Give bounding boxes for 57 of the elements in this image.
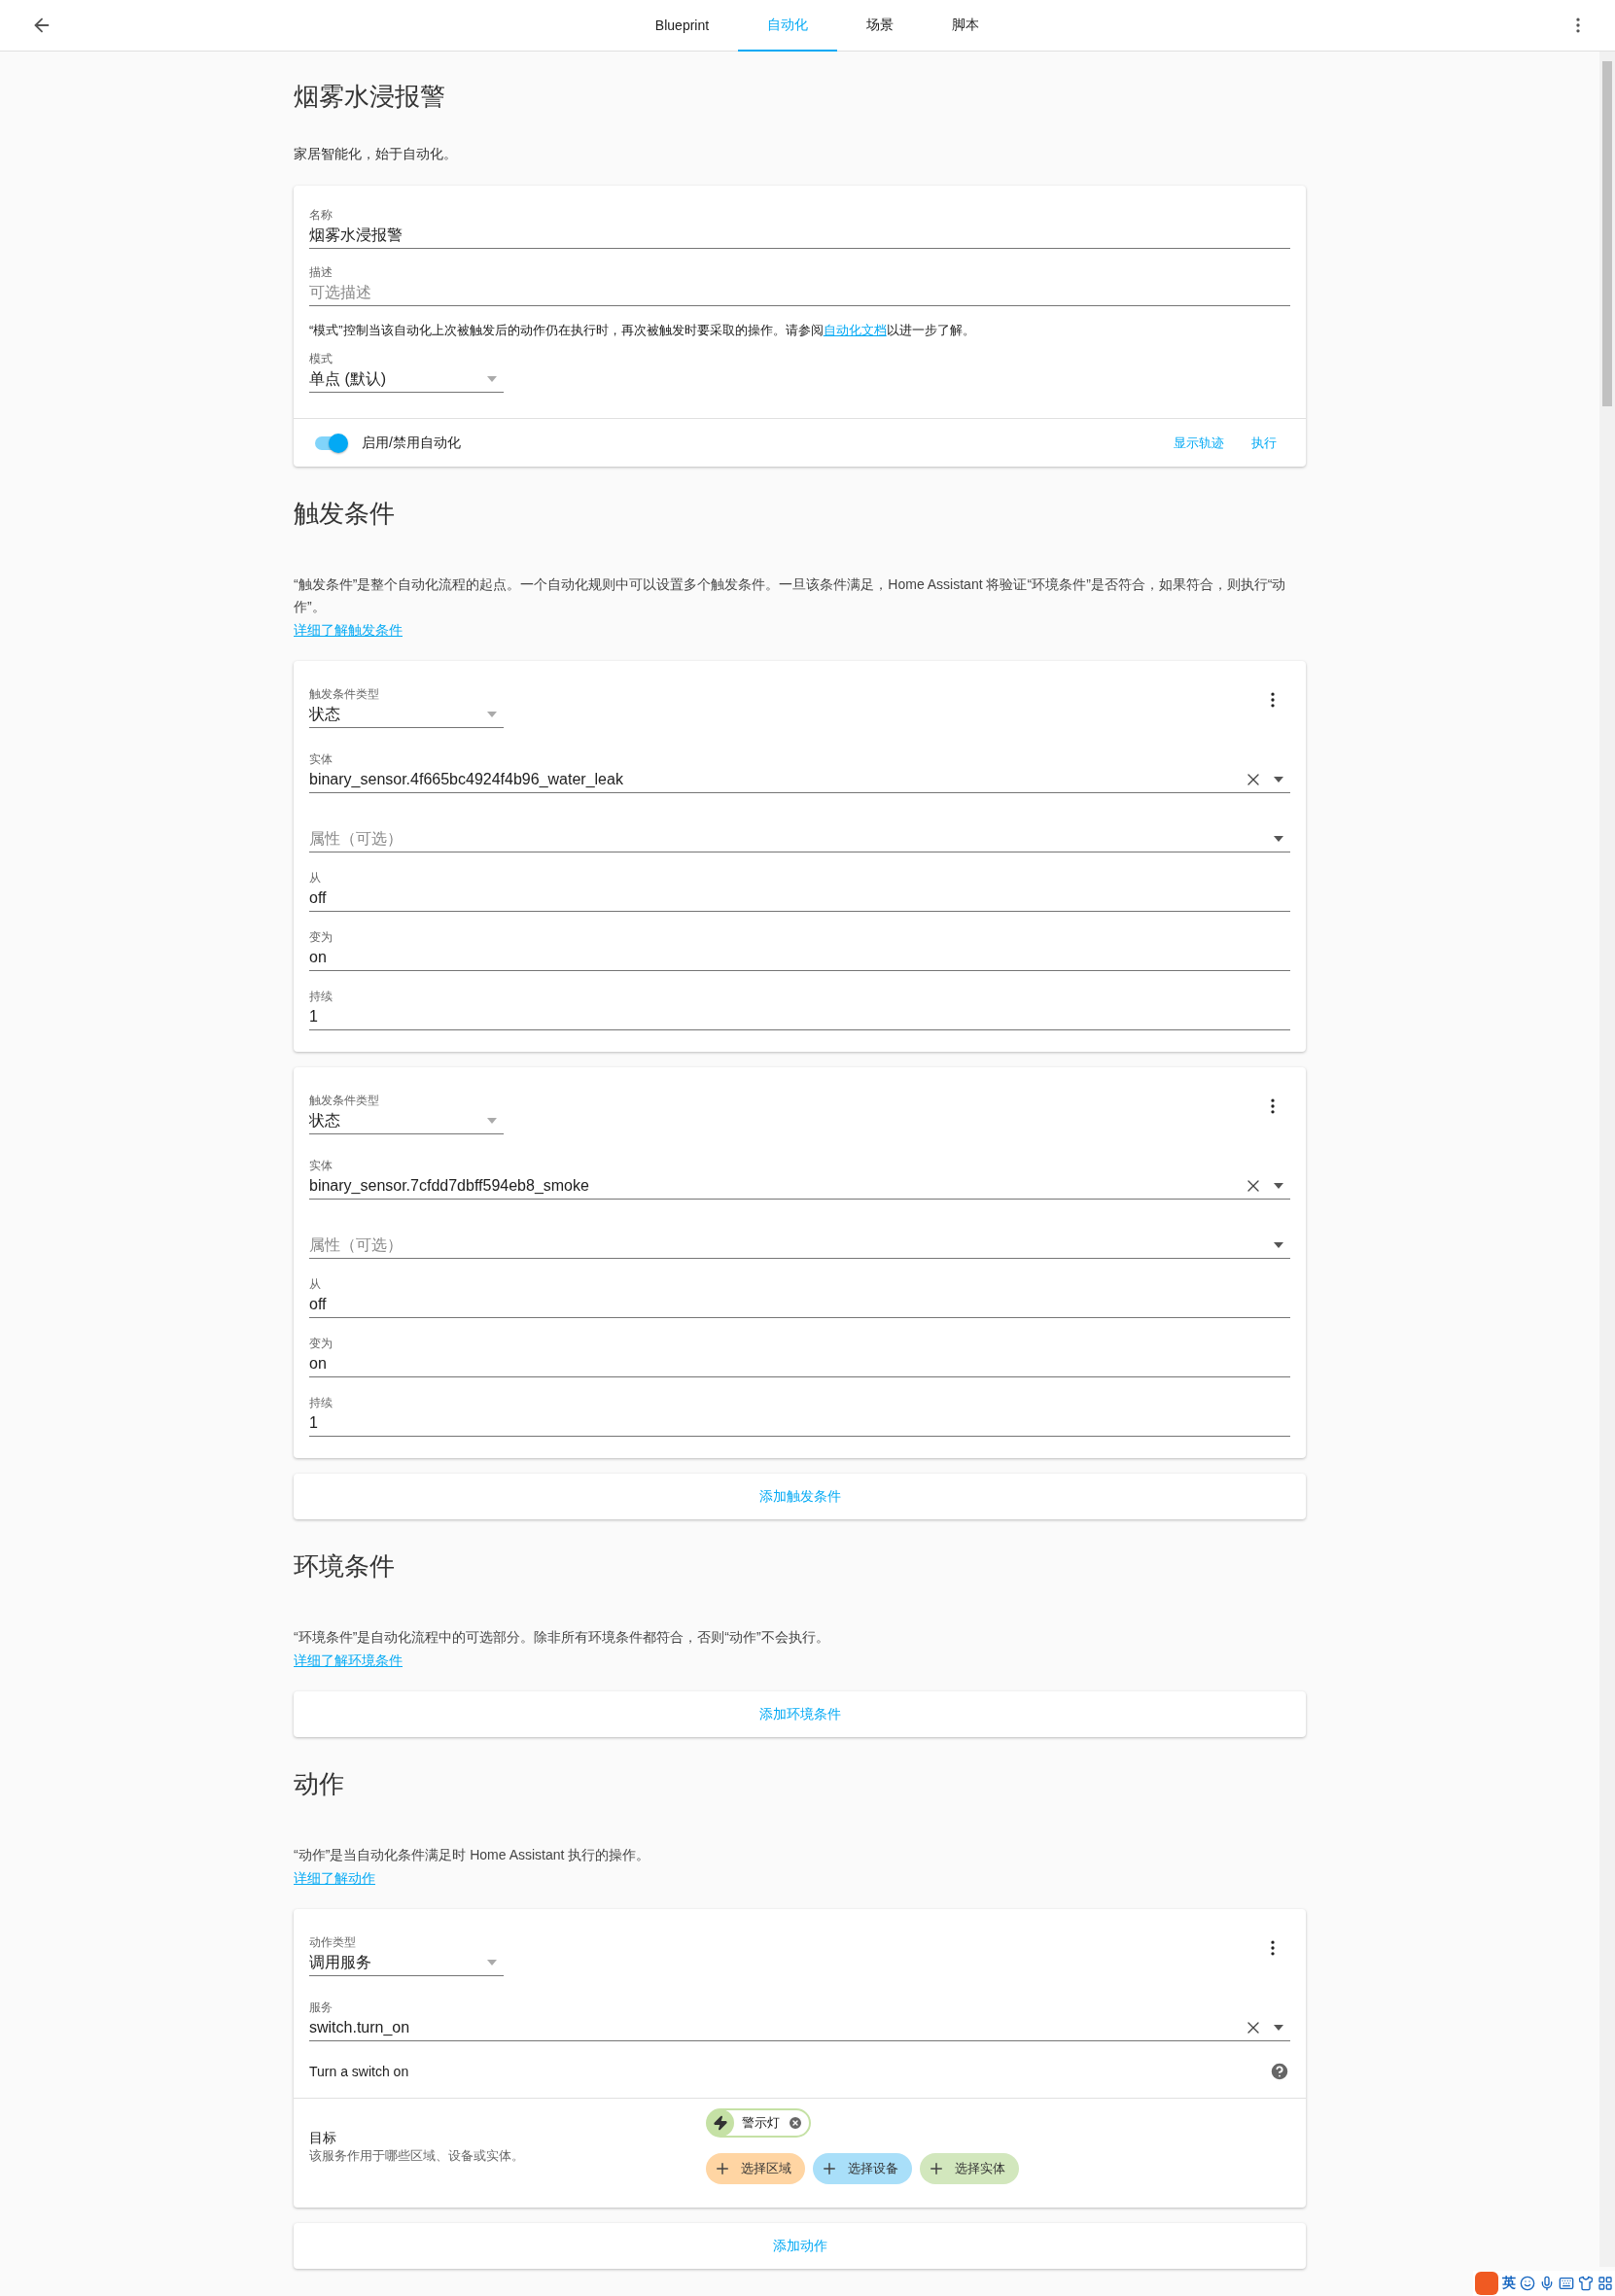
- plus-icon: [928, 2160, 945, 2177]
- target-description: 该服务作用于哪些区域、设备或实体。: [309, 2147, 525, 2165]
- ime-logo-icon: [1475, 2272, 1498, 2295]
- ime-toolbar: 英: [1473, 2271, 1615, 2296]
- tab[interactable]: Blueprint: [625, 0, 739, 52]
- text-field[interactable]: 名称 烟雾水浸报警: [309, 207, 1290, 249]
- text-field[interactable]: 从 off: [309, 1276, 1290, 1318]
- tab[interactable]: 脚本: [923, 0, 1009, 52]
- section-heading: 环境条件: [294, 1550, 396, 1583]
- lightning-icon: [713, 2114, 728, 2131]
- section-heading: 动作: [294, 1768, 345, 1800]
- grid-icon[interactable]: [1597, 2276, 1613, 2291]
- page-subtitle: 家居智能化，始于自动化。: [294, 145, 458, 162]
- remove-icon[interactable]: [788, 2115, 803, 2131]
- plus-icon: [714, 2160, 731, 2177]
- enable-toggle[interactable]: [313, 433, 348, 453]
- text-field[interactable]: 变为 on: [309, 929, 1290, 971]
- dropdown-field[interactable]: 触发条件类型 状态: [309, 686, 504, 728]
- dropdown-field[interactable]: 动作类型 调用服务: [309, 1934, 504, 1976]
- entity-chip[interactable]: 警示灯: [706, 2108, 811, 2138]
- dropdown-caret-icon[interactable]: [1273, 2024, 1284, 2032]
- entity-picker-field[interactable]: 实体 binary_sensor.7cfdd7dbff594eb8_smoke: [309, 1158, 1290, 1200]
- section-description: “动作”是当自动化条件满足时 Home Assistant 执行的操作。: [294, 1846, 651, 1864]
- text-field[interactable]: 描述 可选描述: [309, 264, 1290, 306]
- scrollbar[interactable]: [1599, 52, 1615, 2267]
- dropdown-caret-icon[interactable]: [1273, 1182, 1284, 1190]
- entity-picker-field[interactable]: 服务 switch.turn_on: [309, 2000, 1290, 2041]
- section-heading: 触发条件: [294, 498, 396, 530]
- tab[interactable]: 场景: [837, 0, 924, 52]
- entity-picker-field[interactable]: 实体 binary_sensor.4f665bc4924f4b96_water_leak: [309, 751, 1290, 793]
- toggle-label: 启用/禁用自动化: [362, 434, 462, 452]
- section-description: “环境条件”是自动化流程中的可选部分。除非所有环境条件都符合，否则“动作”不会执行。: [294, 1628, 830, 1647]
- keyboard-icon[interactable]: [1559, 2276, 1574, 2291]
- microphone-icon[interactable]: [1539, 2276, 1555, 2291]
- text-field[interactable]: 持续 1: [309, 989, 1290, 1030]
- plus-icon: [821, 2160, 838, 2177]
- text-field[interactable]: 持续 1: [309, 1395, 1290, 1437]
- page-title: 烟雾水浸报警: [294, 81, 446, 113]
- dropdown-caret-icon[interactable]: [1273, 835, 1284, 843]
- add-target-button[interactable]: 选择设备: [813, 2153, 912, 2184]
- mode-note: “模式”控制当该自动化上次被触发后的动作仍在执行时，再次被触发时要采取的操作。请参阅自动化文档以进一步了解。: [309, 322, 976, 339]
- dropdown-caret-icon[interactable]: [1273, 776, 1284, 783]
- target-label: 目标: [309, 2129, 337, 2147]
- text-field[interactable]: 变为 on: [309, 1336, 1290, 1377]
- emoji-icon[interactable]: [1520, 2276, 1535, 2291]
- add-target-button[interactable]: 选择实体: [920, 2153, 1019, 2184]
- dropdown-field[interactable]: 触发条件类型 状态: [309, 1093, 504, 1134]
- dropdown-caret-icon[interactable]: [1273, 1241, 1284, 1249]
- dropdown-field[interactable]: 属性（可选）: [309, 811, 1290, 852]
- text-field[interactable]: 从 off: [309, 870, 1290, 912]
- service-description: Turn a switch on: [309, 2064, 409, 2079]
- dropdown-field[interactable]: 属性（可选）: [309, 1217, 1290, 1259]
- add-target-button[interactable]: 选择区域: [706, 2153, 805, 2184]
- dropdown-field[interactable]: 模式 单点 (默认): [309, 351, 504, 393]
- shirt-icon[interactable]: [1578, 2276, 1594, 2291]
- help-icon[interactable]: [1269, 2061, 1290, 2082]
- section-description: “触发条件”是整个自动化流程的起点。一个自动化规则中可以设置多个触发条件。一旦该条件满足，Home Assistant 将验证“环境条件”是否符合，如果符合，则执行“动作”。: [294, 575, 1287, 616]
